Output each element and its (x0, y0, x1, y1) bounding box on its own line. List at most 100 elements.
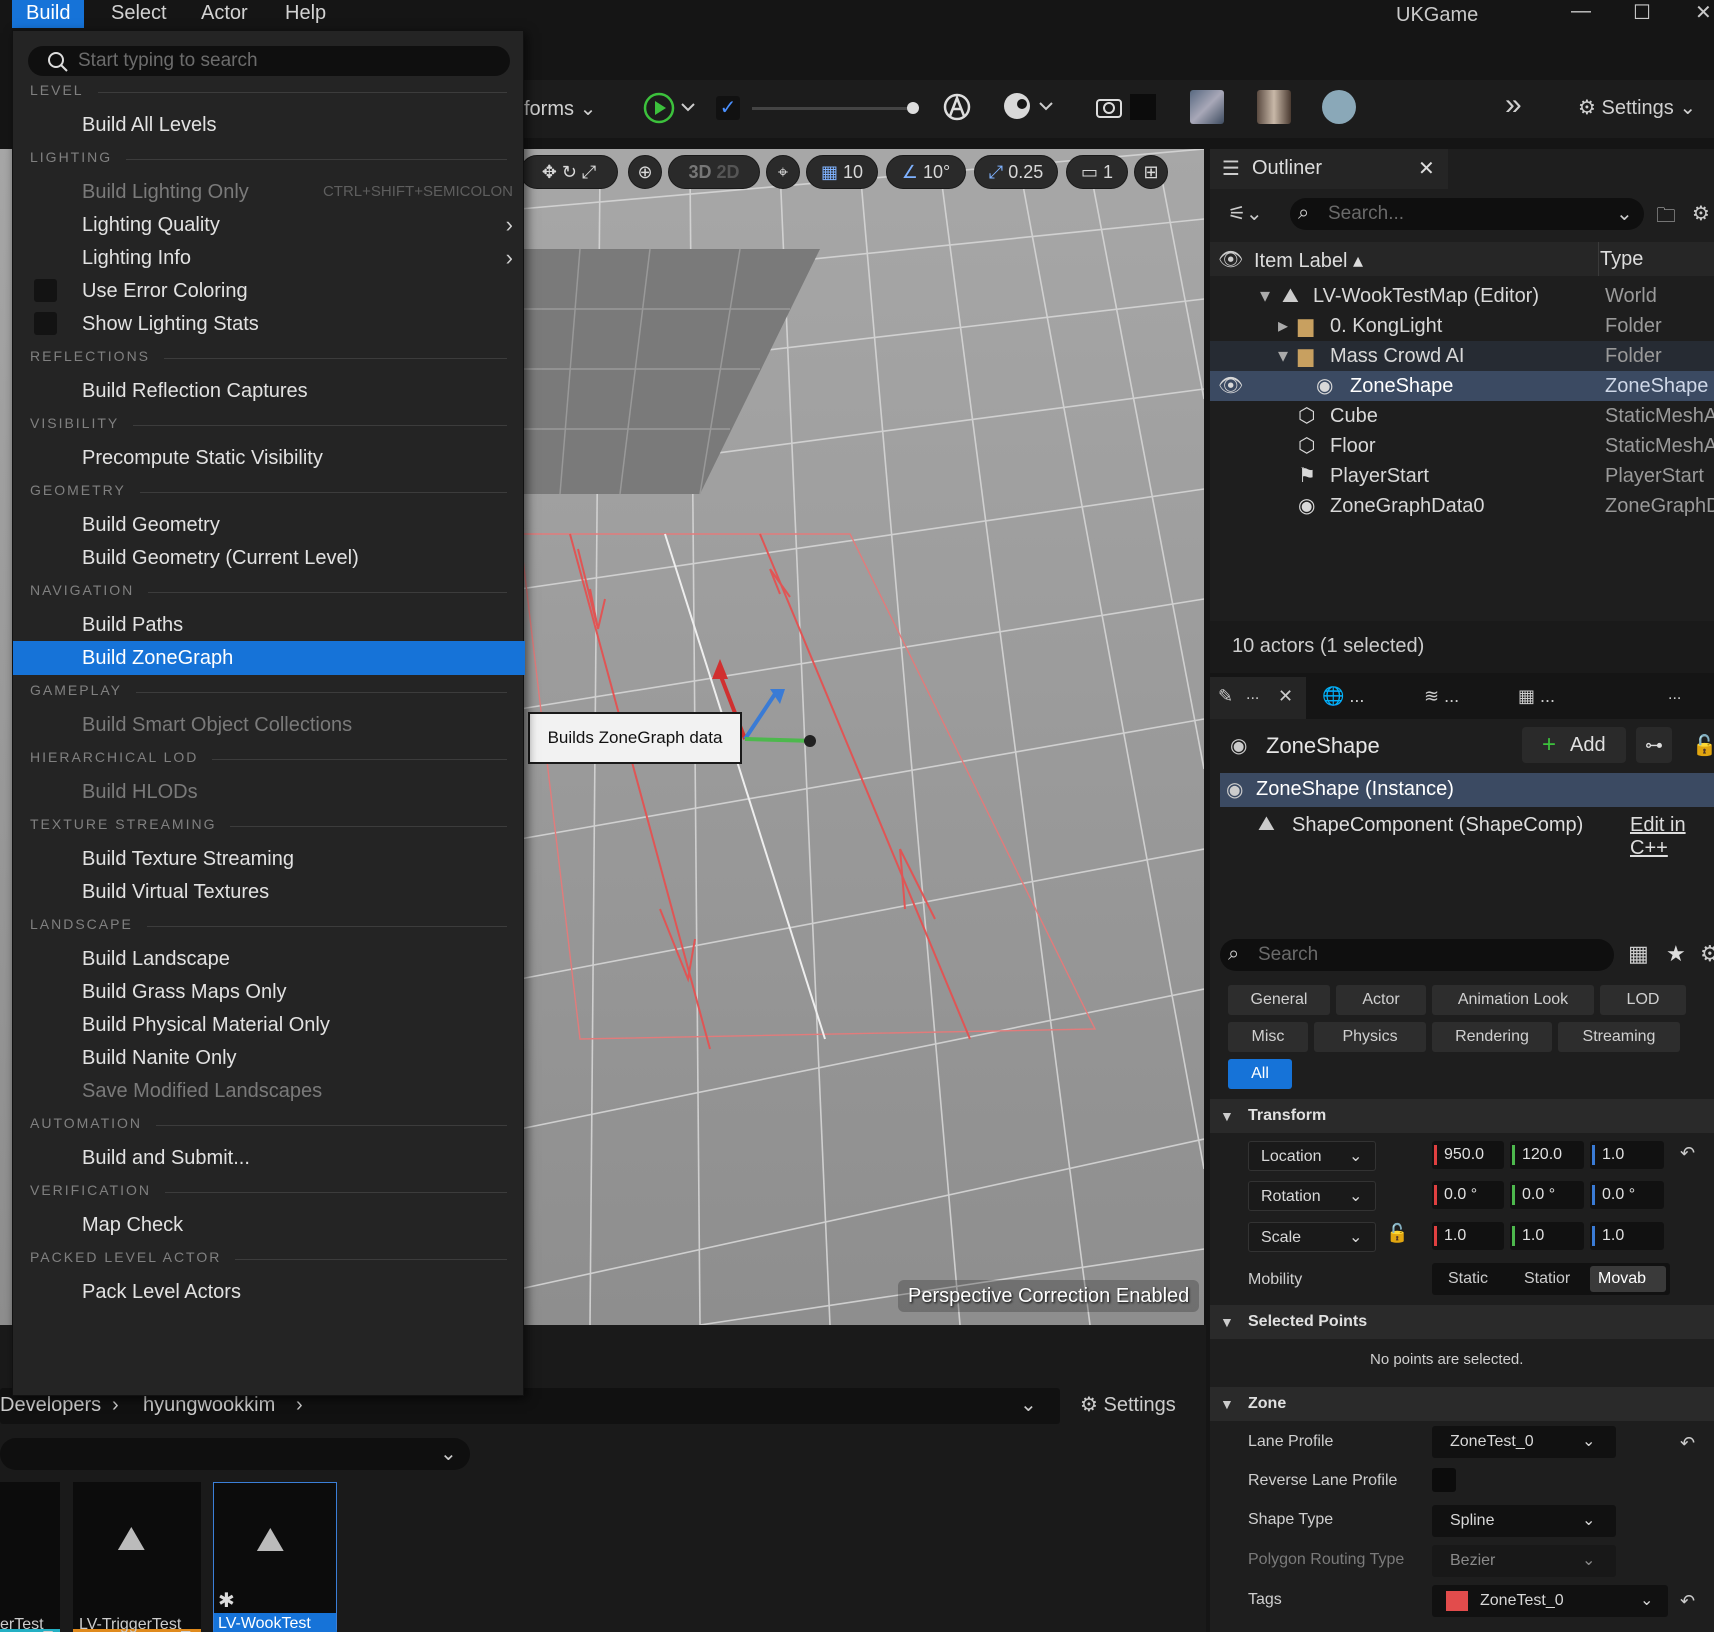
color-swatch[interactable] (1130, 94, 1156, 120)
menu-item-build-zonegraph[interactable]: Build ZoneGraph (13, 641, 525, 675)
menu-item-build-paths[interactable]: Build Paths (13, 608, 525, 642)
filter-general[interactable]: General (1228, 985, 1330, 1015)
menu-item-build-geometry[interactable]: Build Geometry (13, 508, 525, 542)
menu-build[interactable]: Build (12, 0, 85, 28)
menu-item-build-physical-material-only[interactable]: Build Physical Material Only (13, 1008, 525, 1042)
actor-name[interactable]: ZoneShape (1266, 733, 1380, 759)
section-selected-points[interactable]: ▼ Selected Points (1210, 1305, 1714, 1339)
camera-speed-button[interactable]: ▭ 1 (1066, 155, 1128, 189)
col-item-label[interactable]: Item Label ▴ (1254, 248, 1363, 273)
reset-icon[interactable]: ↶ (1680, 1591, 1695, 1612)
location-z[interactable]: 1.0 (1590, 1141, 1664, 1169)
menu-item-build-geometry-current-level[interactable]: Build Geometry (Current Level) (13, 541, 525, 575)
transform-tools[interactable]: ✥ ↻ ⤢ (520, 155, 618, 189)
outliner-search[interactable]: ⌕ Search... ⌄ (1290, 198, 1644, 230)
outliner-row[interactable]: ▾ ▆ Mass Crowd AI Folder (1210, 341, 1714, 371)
outliner-row[interactable]: ⬡ Floor StaticMeshA (1210, 431, 1714, 461)
projection-toggle[interactable]: 3D 2D (668, 155, 760, 189)
menu-item-build-virtual-textures[interactable]: Build Virtual Textures (13, 875, 525, 909)
lock-icon[interactable]: 🔓 (1386, 1223, 1408, 1244)
build-menu-search[interactable] (28, 46, 510, 76)
build-menu-search-input[interactable] (78, 49, 498, 73)
add-folder-icon[interactable]: 🗀 (1656, 201, 1676, 235)
eye-icon[interactable]: 👁 (1218, 247, 1243, 272)
speed-slider[interactable] (752, 107, 912, 110)
filter-animation-look[interactable]: Animation Look (1432, 985, 1594, 1015)
menu-item-show-lighting-stats[interactable]: Show Lighting Stats (13, 307, 525, 341)
scale-z[interactable]: 1.0 (1590, 1222, 1664, 1250)
menu-item-pack-level-actors[interactable]: Pack Level Actors (13, 1275, 525, 1309)
add-component-button[interactable]: + Add (1522, 727, 1626, 763)
close-tab-icon[interactable]: ✕ (1278, 686, 1293, 707)
head-gear-icon[interactable] (1000, 90, 1056, 124)
eye-icon[interactable]: 👁 (1218, 371, 1243, 401)
reverse-lane-checkbox[interactable] (1432, 1468, 1456, 1492)
filter-icon[interactable]: ⚟⌄ (1228, 201, 1263, 226)
asset-tile-selected[interactable]: ⛰ ✱ LV-WookTest (213, 1482, 337, 1632)
filter-rendering[interactable]: Rendering (1432, 1022, 1552, 1052)
rotation-z[interactable]: 0.0 ° (1590, 1181, 1664, 1209)
outliner-row[interactable]: ▾ ⛰ LV-WookTestMap (Editor) World (1210, 281, 1714, 311)
filter-misc[interactable]: Misc (1228, 1022, 1308, 1052)
menu-select[interactable]: Select (97, 0, 181, 28)
menu-item-build-texture-streaming[interactable]: Build Texture Streaming (13, 842, 525, 876)
details-search[interactable]: ⌕ Search (1220, 939, 1614, 971)
menu-item-use-error-coloring[interactable]: Use Error Coloring (13, 274, 525, 308)
menu-item-lighting-quality[interactable]: Lighting Quality › (13, 208, 525, 242)
filter-streaming[interactable]: Streaming (1558, 1022, 1680, 1052)
edit-in-cpp-link[interactable]: Edit in C++ (1630, 814, 1714, 860)
plugin-icon-2[interactable] (1257, 90, 1291, 124)
menu-item-build-all-levels[interactable]: Build All Levels (13, 108, 525, 142)
outliner-row[interactable]: ⬡ Cube StaticMeshA (1210, 401, 1714, 431)
collapse-arrow-icon[interactable]: ▾ (1278, 341, 1288, 371)
plugin-icon-3[interactable] (1322, 90, 1356, 124)
outliner-row[interactable]: ▸ ▆ 0. KongLight Folder (1210, 311, 1714, 341)
grid-panel-icon[interactable]: ▦ ... (1518, 686, 1555, 707)
menu-item-build-and-submit[interactable]: Build and Submit... (13, 1141, 525, 1175)
breadcrumb-user[interactable]: hyungwookkim (143, 1394, 275, 1417)
slider-handle[interactable] (907, 102, 919, 114)
close-window-icon[interactable]: ✕ (1695, 0, 1712, 25)
minimize-icon[interactable]: — (1571, 0, 1591, 23)
location-y[interactable]: 120.0 (1510, 1141, 1584, 1169)
location-mode-dropdown[interactable]: Location ⌄ (1248, 1141, 1376, 1171)
scale-x[interactable]: 1.0 (1432, 1222, 1504, 1250)
tab-label[interactable]: ... (1668, 686, 1681, 704)
layout-icon[interactable]: ⊞ (1134, 155, 1168, 189)
tags-dropdown[interactable]: ZoneTest_0 ⌄ (1432, 1585, 1668, 1617)
mobility-stationary[interactable]: Statior (1524, 1270, 1570, 1288)
asset-tile[interactable]: ⛰ LV-TriggerTest_ (73, 1482, 201, 1632)
realtime-checkbox[interactable]: ✓ (716, 96, 740, 120)
filter-dropdown[interactable]: ⌄ (0, 1438, 470, 1470)
star-icon[interactable]: ★ (1666, 941, 1686, 967)
menu-item-build-reflection-captures[interactable]: Build Reflection Captures (13, 374, 525, 408)
menu-checkbox[interactable] (34, 312, 57, 335)
filter-actor[interactable]: Actor (1336, 985, 1426, 1015)
rotation-snap-button[interactable]: ∠ 10° (886, 155, 966, 189)
transforms-dropdown[interactable]: forms ⌄ (524, 96, 596, 121)
scale-y[interactable]: 1.0 (1510, 1222, 1584, 1250)
shape-type-dropdown[interactable]: Spline ⌄ (1432, 1505, 1616, 1537)
rotation-x[interactable]: 0.0 ° (1432, 1181, 1504, 1209)
chevron-down-icon[interactable]: ⌄ (1020, 1392, 1037, 1417)
overflow-chevrons-icon[interactable]: » (1505, 88, 1522, 122)
filter-physics[interactable]: Physics (1314, 1022, 1426, 1052)
scale-mode-dropdown[interactable]: Scale ⌄ (1248, 1222, 1376, 1252)
lock-icon[interactable]: 🔓 (1692, 733, 1714, 758)
menu-item-build-nanite-only[interactable]: Build Nanite Only (13, 1041, 525, 1075)
close-tab-icon[interactable]: ✕ (1418, 156, 1435, 181)
rotation-y[interactable]: 0.0 ° (1510, 1181, 1584, 1209)
filter-lod[interactable]: LOD (1600, 985, 1686, 1015)
rotation-mode-dropdown[interactable]: Rotation ⌄ (1248, 1181, 1376, 1211)
play-icon[interactable] (640, 90, 696, 126)
menu-item-map-check[interactable]: Map Check (13, 1208, 525, 1242)
component-row[interactable]: ⛰ ShapeComponent (ShapeComp) Edit in C++ (1220, 809, 1714, 859)
polygon-routing-dropdown[interactable]: Bezier ⌄ (1432, 1545, 1616, 1577)
table-view-icon[interactable]: ▦ (1628, 941, 1649, 967)
maximize-icon[interactable]: ☐ (1633, 0, 1651, 25)
tab-details[interactable]: ✎ ... ✕ (1210, 677, 1306, 719)
location-x[interactable]: 950.0 (1432, 1141, 1504, 1169)
plugin-icon-1[interactable] (1190, 90, 1224, 124)
settings-button[interactable]: ⚙ Settings ⌄ (1578, 95, 1696, 120)
menu-item-precompute-static-visibility[interactable]: Precompute Static Visibility (13, 441, 525, 475)
